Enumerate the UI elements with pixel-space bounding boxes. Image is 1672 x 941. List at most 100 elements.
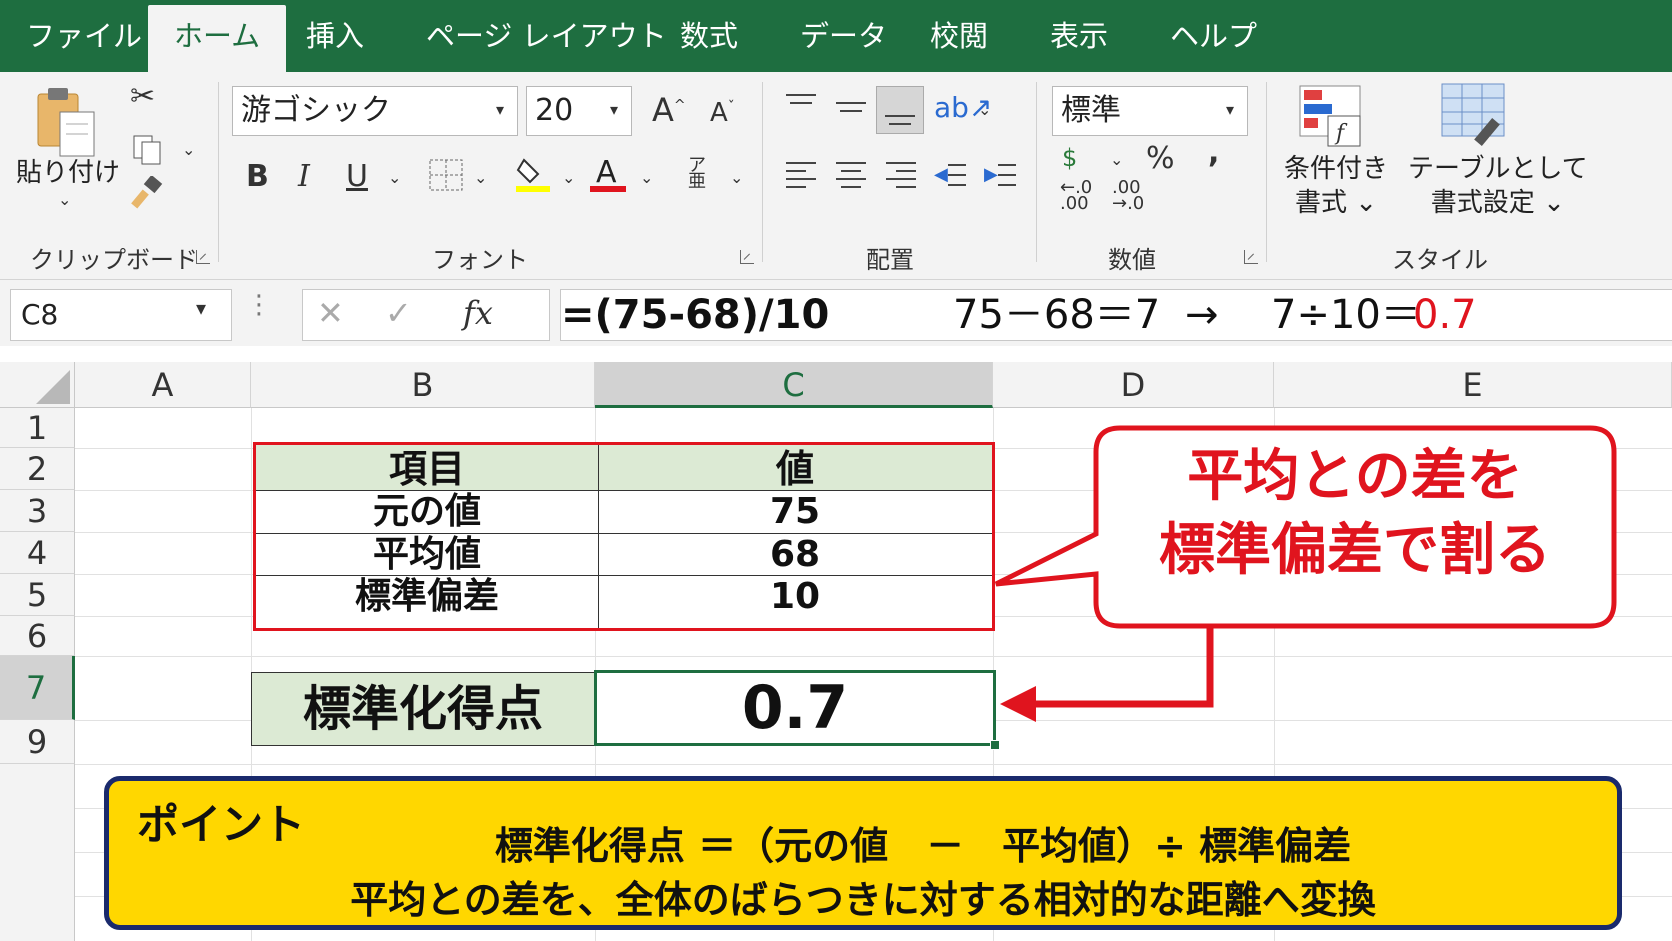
align-middle-icon[interactable] (836, 100, 868, 122)
group-divider (762, 82, 763, 262)
formula-annotation-result: 0.7 (1413, 292, 1477, 338)
row-header-blank (0, 764, 75, 941)
font-size-dropdown-icon[interactable]: ▾ (610, 100, 618, 119)
column-header-a[interactable]: A (75, 362, 251, 408)
borders-dropdown-icon[interactable]: ⌄ (474, 168, 487, 187)
table-cell-label[interactable]: 標準偏差 (256, 576, 598, 618)
select-all-button[interactable] (0, 362, 75, 408)
row-header-4[interactable]: 4 (0, 532, 75, 574)
font-name-dropdown-icon[interactable]: ▾ (496, 100, 504, 119)
column-header-d[interactable]: D (993, 362, 1274, 408)
point-formula: 標準化得点 ＝（元の値 － 平均値）÷ 標準偏差 (494, 824, 1352, 868)
insert-function-icon[interactable]: fx (463, 294, 493, 332)
formula-annotation-prefix: 7÷10＝ (1271, 292, 1421, 338)
callout-line-1: 平均との差を (1187, 444, 1523, 509)
ribbon: 貼り付け ⌄ ✂ ⌄ クリップボード 游ゴシック ▾ 20 ▾ A^ Aˇ B … (0, 72, 1672, 280)
tab-page-layout[interactable]: ページ レイアウト (426, 16, 667, 72)
number-format-select[interactable]: 標準 (1052, 86, 1248, 136)
align-top-icon[interactable] (786, 92, 818, 114)
decrease-indent-icon[interactable]: ◀ (934, 160, 968, 190)
column-header-e[interactable]: E (1274, 362, 1672, 408)
bold-button[interactable]: B (246, 162, 269, 192)
phonetic-dropdown-icon[interactable]: ⌄ (730, 168, 743, 187)
font-group-label: フォント (432, 246, 528, 274)
font-launcher-icon[interactable] (740, 250, 754, 264)
row-header-7[interactable]: 7 (0, 656, 75, 720)
borders-icon[interactable] (428, 158, 464, 196)
fill-color-dropdown-icon[interactable]: ⌄ (562, 168, 575, 187)
column-header-c[interactable]: C (595, 362, 993, 408)
increase-font-size-icon[interactable]: A^ (652, 94, 686, 126)
result-label-cell[interactable]: 標準化得点 (251, 672, 595, 746)
row-header-9[interactable]: 9 (0, 720, 75, 764)
table-cell-value[interactable]: 10 (598, 576, 992, 618)
phonetic-guide-icon[interactable]: ア亜 (688, 157, 706, 191)
row-header-6[interactable]: 6 (0, 616, 75, 656)
format-as-table-label-2: 書式設定 (1430, 188, 1535, 218)
tab-insert[interactable]: 挿入 (306, 16, 364, 72)
enter-icon[interactable]: ✓ (385, 294, 412, 332)
number-launcher-icon[interactable] (1244, 250, 1258, 264)
increase-indent-icon[interactable]: ▶ (984, 160, 1018, 190)
align-center-icon[interactable] (836, 160, 868, 190)
tab-file[interactable]: ファイル (26, 16, 142, 72)
font-color-dropdown-icon[interactable]: ⌄ (640, 168, 653, 187)
italic-button[interactable]: I (298, 162, 310, 192)
row-header-3[interactable]: 3 (0, 490, 75, 532)
tab-data[interactable]: データ (800, 16, 887, 72)
formula-input[interactable]: =(75-68)/10 75－68＝7 → 7÷10＝ 0.7 (560, 289, 1672, 341)
formula-annotation-calc: 75－68＝7 (953, 292, 1161, 338)
more-options-icon[interactable]: ⋮ (246, 290, 272, 320)
decrease-font-size-icon[interactable]: Aˇ (710, 100, 735, 126)
name-box-dropdown-icon[interactable]: ▾ (196, 296, 206, 320)
table-cell-value[interactable]: 68 (598, 534, 992, 576)
tab-view[interactable]: 表示 (1050, 16, 1108, 72)
font-name-select[interactable]: 游ゴシック (232, 86, 518, 136)
conditional-formatting-icon[interactable]: f (1298, 84, 1364, 152)
conditional-formatting-button[interactable]: 条件付き 書式 ⌄ (1284, 152, 1388, 220)
table-header-item[interactable]: 項目 (256, 447, 598, 491)
font-color-icon[interactable]: A (588, 154, 628, 198)
comma-style-button[interactable]: , (1208, 138, 1219, 168)
tab-home[interactable]: ホーム (148, 5, 287, 72)
clipboard-launcher-icon[interactable] (196, 250, 210, 264)
cancel-icon[interactable]: ✕ (317, 294, 344, 332)
tab-help[interactable]: ヘルプ (1170, 16, 1257, 72)
underline-button[interactable]: U (346, 162, 368, 192)
fill-color-icon[interactable] (514, 154, 554, 198)
cut-icon[interactable]: ✂ (130, 82, 155, 112)
alignment-group-label: 配置 (866, 246, 914, 274)
increase-decimal-icon[interactable]: ←.0.00 (1060, 179, 1092, 213)
number-format-dropdown-icon[interactable]: ▾ (1226, 100, 1234, 119)
formula-buttons: ✕ ✓ fx (302, 289, 550, 341)
align-left-icon[interactable] (786, 160, 818, 190)
paste-dropdown-icon[interactable]: ⌄ (58, 190, 71, 209)
row-header-5[interactable]: 5 (0, 574, 75, 616)
table-cell-value[interactable]: 75 (598, 491, 992, 533)
percent-style-button[interactable]: % (1146, 144, 1175, 174)
column-header-b[interactable]: B (251, 362, 595, 408)
table-header-value[interactable]: 値 (598, 447, 992, 491)
row-header-1[interactable]: 1 (0, 408, 75, 448)
accounting-dropdown-icon[interactable]: ⌄ (1110, 150, 1123, 169)
accounting-format-icon[interactable]: $ (1062, 146, 1077, 170)
table-cell-label[interactable]: 元の値 (256, 491, 598, 533)
copy-dropdown-icon[interactable]: ⌄ (182, 140, 195, 159)
copy-icon[interactable] (132, 134, 162, 170)
format-painter-icon[interactable] (130, 174, 164, 214)
paste-icon[interactable] (34, 86, 98, 162)
tab-review[interactable]: 校閲 (930, 16, 988, 72)
table-cell-label[interactable]: 平均値 (256, 534, 598, 576)
result-value-cell[interactable]: 0.7 (594, 670, 996, 746)
group-divider (1266, 82, 1267, 262)
underline-dropdown-icon[interactable]: ⌄ (388, 168, 401, 187)
orientation-dropdown-icon[interactable]: ⌄ (978, 100, 991, 119)
paste-button[interactable]: 貼り付け (16, 152, 120, 189)
align-right-icon[interactable] (886, 160, 918, 190)
align-bottom-icon[interactable] (876, 86, 924, 134)
tab-formulas[interactable]: 数式 (680, 16, 738, 72)
row-header-2[interactable]: 2 (0, 448, 75, 490)
format-as-table-icon[interactable] (1440, 82, 1510, 152)
decrease-decimal-icon[interactable]: .00 →.0 (1112, 179, 1144, 213)
format-as-table-button[interactable]: テーブルとして 書式設定 ⌄ (1408, 152, 1588, 220)
